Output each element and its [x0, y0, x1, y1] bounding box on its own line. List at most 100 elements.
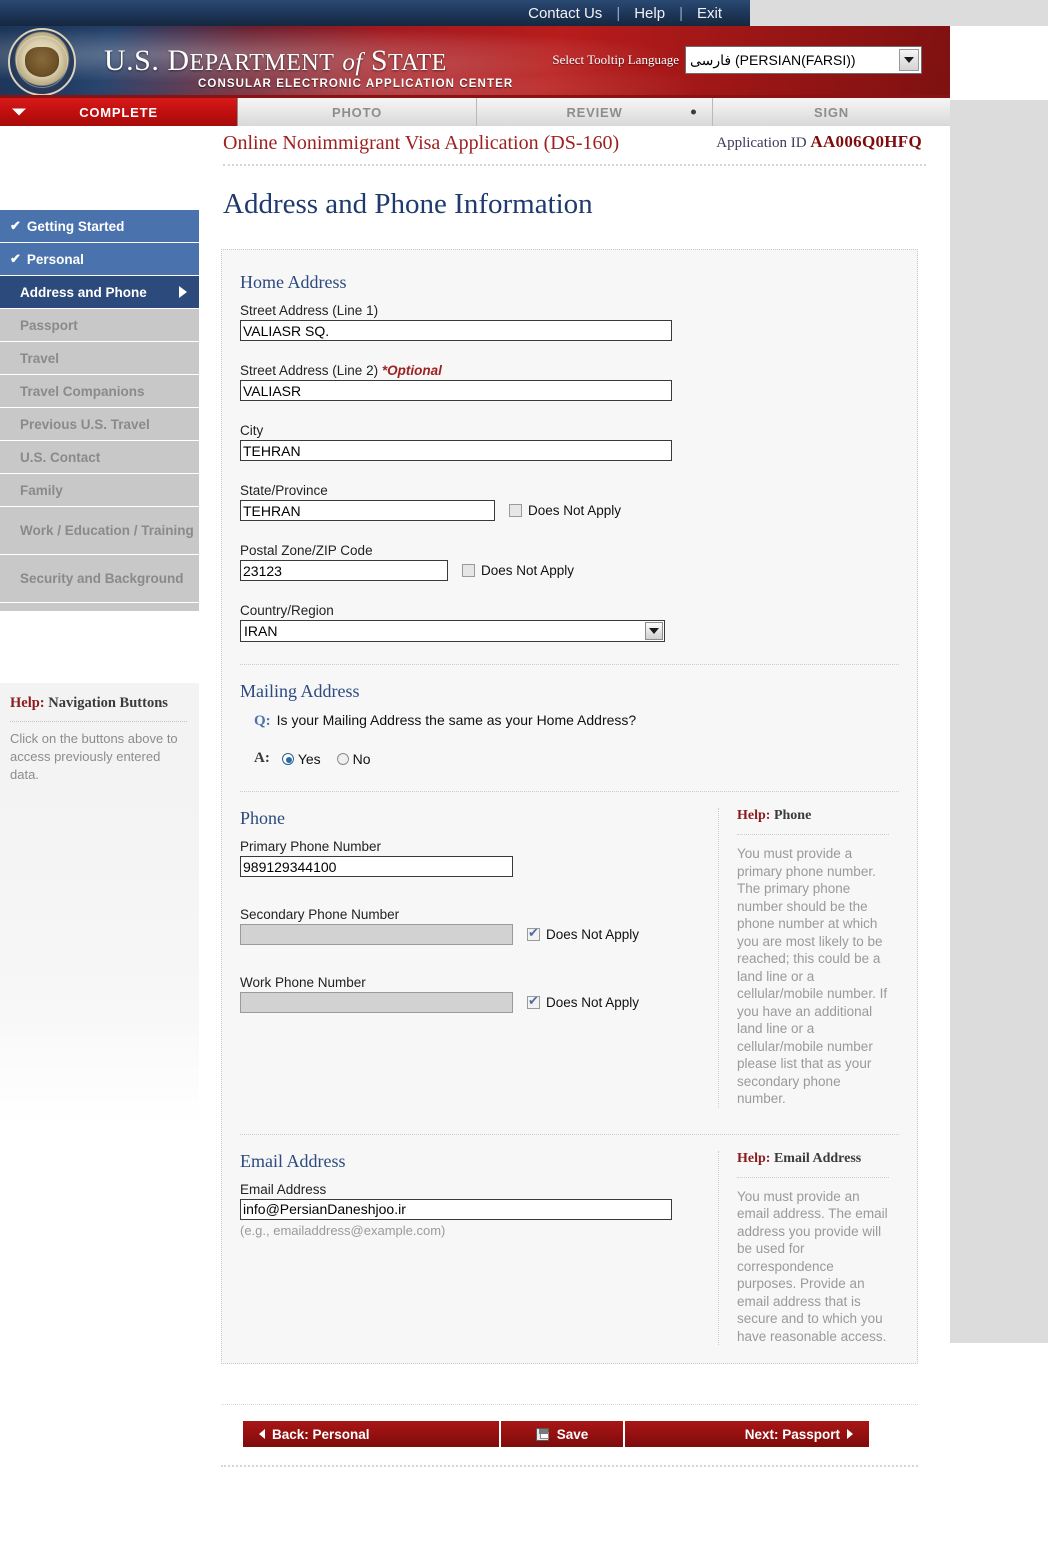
contact-us-link[interactable]: Contact Us [514, 5, 616, 22]
help-link[interactable]: Help [620, 5, 679, 22]
sidebar-item-travel[interactable]: Travel [0, 342, 199, 375]
radio-no[interactable] [336, 752, 349, 765]
email-help-title-strong: Help: [737, 1150, 771, 1166]
tooltip-language-value: فارسی (PERSIAN(FARSI)) [690, 51, 856, 68]
mailing-address-answer: A: Yes No [254, 750, 899, 767]
chevron-down-icon[interactable] [899, 49, 919, 71]
tooltip-language-control: Select Tooltip Language فارسی (PERSIAN(F… [552, 46, 922, 74]
sidebar-item-work-education-training[interactable]: Work / Education / Training [0, 507, 199, 555]
state-province-input[interactable] [240, 500, 495, 521]
checkbox-icon[interactable] [527, 993, 540, 1009]
form-inner: Home Address Street Address (Line 1) Str… [222, 250, 917, 1363]
sidebar-item-label: U.S. Contact [20, 449, 101, 465]
header-divider [223, 164, 926, 166]
sidebar-item-getting-started[interactable]: ✔ Getting Started [0, 210, 199, 243]
application-title: Online Nonimmigrant Visa Application (DS… [223, 132, 620, 154]
secondary-phone-label: Secondary Phone Number [240, 907, 400, 922]
radio-yes[interactable] [281, 752, 294, 765]
tooltip-language-select[interactable]: فارسی (PERSIAN(FARSI)) [685, 46, 922, 74]
mailing-address-question-text: Is your Mailing Address the same as your… [276, 712, 637, 728]
sidebar-item-travel-companions[interactable]: Travel Companions [0, 375, 199, 408]
email-address-hint: (e.g., emailaddress@example.com) [240, 1222, 446, 1238]
section-title-email: Email Address [240, 1150, 346, 1171]
sidebar-item-label: Family [20, 482, 63, 498]
tab-complete[interactable]: COMPLETE [0, 98, 238, 126]
state-province-label: State/Province [240, 483, 328, 498]
email-address-input[interactable] [240, 1198, 672, 1220]
chevron-right-icon [847, 1429, 853, 1439]
sidebar-help-divider [10, 721, 187, 722]
sidebar-item-passport[interactable]: Passport [0, 309, 199, 342]
topbar-right-gutter [750, 0, 1048, 26]
tab-photo[interactable]: PHOTO [238, 98, 477, 126]
primary-phone-input[interactable] [240, 856, 513, 877]
utility-bar: Contact Us | Help | Exit [0, 0, 750, 26]
email-help-title: Help: Email Address [737, 1151, 889, 1167]
street-address-1-input[interactable] [240, 320, 672, 341]
section-title-home-address: Home Address [240, 272, 347, 292]
city-input[interactable] [240, 440, 672, 461]
checkbox-icon[interactable] [462, 564, 475, 577]
postal-code-does-not-apply[interactable]: Does Not Apply [462, 563, 574, 578]
state-province-row: Does Not Apply [240, 500, 899, 521]
chevron-down-icon[interactable] [645, 622, 663, 640]
department-of-state-seal-icon [8, 28, 76, 96]
banner-title-state-cap: S [370, 44, 389, 77]
tab-review-marker-icon [691, 109, 696, 115]
sidebar-item-security-and-background[interactable]: Security and Background [0, 555, 199, 603]
country-region-label: Country/Region [240, 603, 334, 618]
field-country-region: Country/Region IRAN [240, 603, 899, 642]
sidebar-item-address-and-phone[interactable]: Address and Phone [0, 276, 199, 309]
application-id: Application ID AA006Q0HFQ [716, 132, 922, 152]
street-address-2-label: Street Address (Line 2) *Optional [240, 363, 899, 378]
section-divider-mailing [240, 664, 899, 665]
work-phone-dna-label: Does Not Apply [546, 995, 640, 1010]
sidebar-item-us-contact[interactable]: U.S. Contact [0, 441, 199, 474]
email-help-divider [737, 1176, 889, 1178]
work-phone-input [240, 992, 513, 1013]
street-address-2-label-text: Street Address (Line 2) [240, 363, 379, 378]
page-right-gutter [950, 100, 1048, 1343]
tab-review[interactable]: REVIEW [477, 98, 713, 126]
tab-sign-label: SIGN [814, 104, 849, 120]
banner-title-department-cap: D [167, 44, 190, 77]
email-help-title-rest: Email Address [770, 1150, 862, 1166]
floppy-disk-icon [535, 1427, 549, 1441]
seal-eagle-icon [25, 47, 59, 77]
tab-complete-label: COMPLETE [79, 104, 158, 120]
street-address-2-input[interactable] [240, 380, 672, 401]
section-divider-phone [240, 791, 899, 792]
checkbox-icon[interactable] [527, 925, 540, 941]
postal-code-label: Postal Zone/ZIP Code [240, 543, 373, 558]
next-button[interactable]: Next: Passport [625, 1421, 869, 1447]
back-button[interactable]: Back: Personal [243, 1421, 501, 1447]
field-postal-code: Postal Zone/ZIP Code Does Not Apply [240, 543, 899, 581]
secondary-phone-does-not-apply[interactable]: Does Not Apply [527, 925, 639, 942]
tab-sign[interactable]: SIGN [713, 98, 950, 126]
field-work-phone: Work Phone Number Does Not Apply [240, 975, 702, 1013]
question-marker: Q: [254, 713, 271, 729]
checkbox-icon[interactable] [509, 504, 522, 517]
banner-title-of: of [342, 49, 363, 76]
chevron-right-icon [179, 286, 187, 298]
sidebar-item-personal[interactable]: ✔ Personal [0, 243, 199, 276]
chevron-left-icon [259, 1429, 265, 1439]
postal-code-input[interactable] [240, 560, 448, 581]
phone-help-body: You must provide a primary phone number.… [737, 846, 888, 1106]
work-phone-does-not-apply[interactable]: Does Not Apply [527, 993, 640, 1010]
state-province-does-not-apply[interactable]: Does Not Apply [509, 503, 621, 518]
sidebar-item-family[interactable]: Family [0, 474, 199, 507]
email-fields: Email Address Email Address (e.g., email… [240, 1151, 718, 1346]
country-region-value: IRAN [244, 623, 278, 639]
state-province-dna-label: Does Not Apply [528, 503, 622, 518]
exit-link[interactable]: Exit [683, 5, 736, 22]
sidebar-help-fade [0, 798, 199, 1128]
save-button[interactable]: Save [501, 1421, 625, 1447]
sidebar-help-title-rest: Navigation Buttons [44, 695, 168, 711]
footer-buttons: Back: Personal Save Next: Passport [243, 1421, 871, 1447]
country-region-select[interactable]: IRAN [240, 620, 665, 642]
radio-no-label: No [352, 750, 371, 767]
sidebar-help-body: Click on the buttons above to access pre… [10, 731, 178, 782]
sidebar-item-previous-us-travel[interactable]: Previous U.S. Travel [0, 408, 199, 441]
postal-code-row: Does Not Apply [240, 560, 899, 581]
